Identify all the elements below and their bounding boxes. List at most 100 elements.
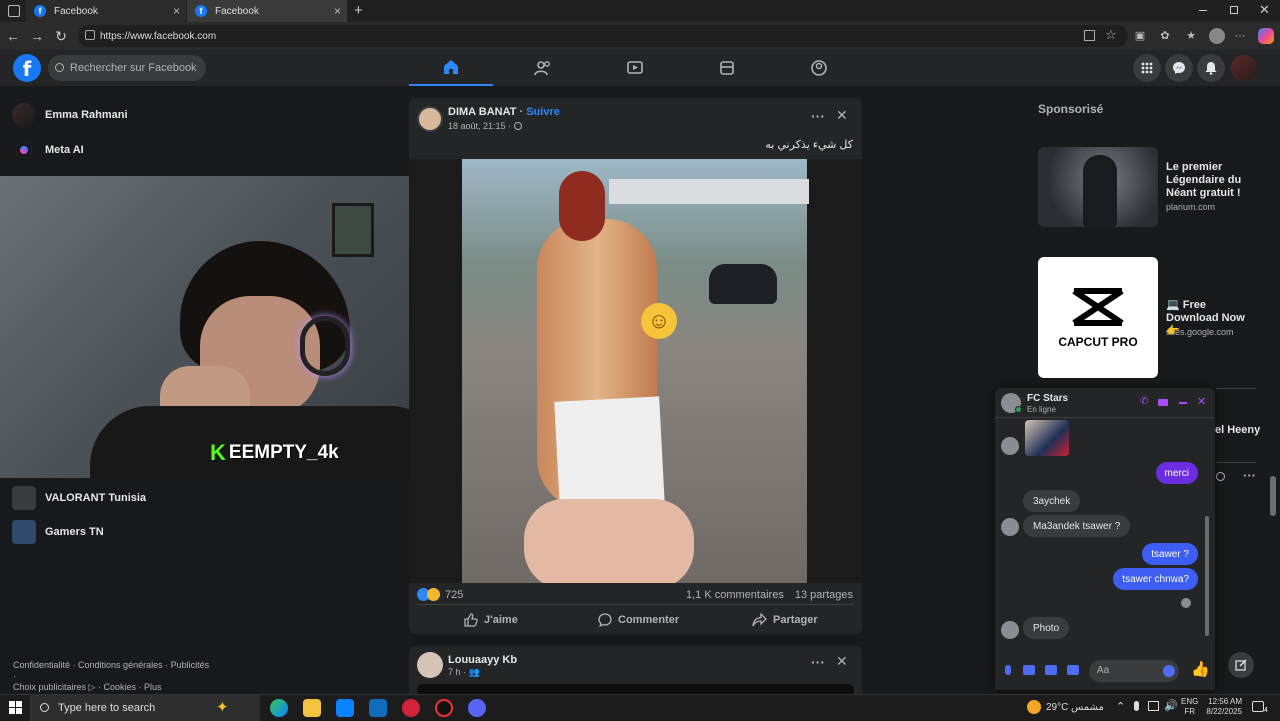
- browser-tab-active[interactable]: f Facebook ×: [187, 0, 347, 22]
- tab-groups[interactable]: [777, 50, 861, 86]
- comment-button[interactable]: Commenter: [598, 608, 679, 632]
- favorite-star-icon[interactable]: ☆: [1105, 27, 1117, 43]
- share-button[interactable]: Partager: [752, 608, 818, 632]
- notification-center-icon[interactable]: [1252, 701, 1264, 712]
- microphone-tray-icon[interactable]: [1134, 701, 1139, 711]
- comment-label: Commenter: [618, 614, 680, 626]
- split-screen-icon[interactable]: [1084, 30, 1095, 41]
- chat-composer: Aa 👍: [995, 658, 1215, 690]
- contacts-more-icon[interactable]: ···: [1243, 468, 1256, 483]
- sidebar-item-gamers-tn[interactable]: Gamers TN: [12, 518, 104, 546]
- store-icon[interactable]: [336, 699, 354, 717]
- account-avatar[interactable]: [1231, 55, 1257, 81]
- window-menu-icon[interactable]: [8, 5, 20, 17]
- post-image[interactable]: ☺: [409, 159, 862, 583]
- menu-button[interactable]: [1133, 54, 1161, 82]
- profile-avatar[interactable]: [1209, 28, 1225, 44]
- file-explorer-icon[interactable]: [303, 699, 321, 717]
- refresh-icon[interactable]: ↻: [52, 27, 70, 45]
- weather-text[interactable]: مشمس: [1071, 702, 1104, 713]
- weather-temp[interactable]: 29°C: [1046, 702, 1068, 713]
- minimize-chat-icon[interactable]: [1179, 402, 1187, 404]
- copilot-icon[interactable]: [1258, 28, 1274, 44]
- comment-count[interactable]: 1,1 K commentaires: [686, 589, 784, 601]
- restore-icon[interactable]: [1230, 6, 1238, 14]
- emoji-icon[interactable]: [1163, 665, 1175, 677]
- post-author[interactable]: Louuaayy Kb: [448, 654, 517, 666]
- new-tab-button[interactable]: +: [354, 2, 363, 19]
- video-call-icon[interactable]: [1158, 399, 1168, 406]
- search-input[interactable]: Rechercher sur Facebook: [48, 55, 206, 81]
- chat-window: FC Stars En ligne ✆ ✕ merci 3aychek Ma3a…: [995, 388, 1215, 690]
- post-time[interactable]: 18 août, 21:15 ·: [448, 121, 522, 131]
- ad-item[interactable]: Le premier Légendaire du Néant gratuit !…: [1038, 147, 1258, 227]
- url-field[interactable]: https://www.facebook.com ☆: [78, 25, 1128, 47]
- sidebar-item-valorant-tunisia[interactable]: VALORANT Tunisia: [12, 484, 146, 512]
- post-author[interactable]: DIMA BANAT: [448, 106, 516, 118]
- tab-friends[interactable]: [501, 50, 585, 86]
- site-info-icon[interactable]: [85, 30, 95, 40]
- post-close-icon[interactable]: ✕: [836, 107, 848, 124]
- page-scrollbar[interactable]: [1270, 476, 1276, 516]
- tab-home[interactable]: [409, 50, 493, 86]
- post-time[interactable]: 7 h · 👥: [448, 667, 480, 678]
- post-more-icon[interactable]: ···: [811, 654, 825, 670]
- messenger-button[interactable]: [1165, 54, 1193, 82]
- sticker-icon[interactable]: [1045, 665, 1057, 675]
- tab-watch[interactable]: [593, 50, 677, 86]
- image-icon[interactable]: [1023, 665, 1035, 675]
- close-tab-icon[interactable]: ×: [173, 4, 180, 18]
- call-icon[interactable]: ✆: [1140, 396, 1148, 407]
- message-input[interactable]: Aa: [1089, 660, 1179, 682]
- post-time-text: 18 août, 21:15 ·: [448, 121, 512, 131]
- footer-line[interactable]: Confidentialité · Conditions générales ·…: [13, 660, 213, 682]
- more-options-icon[interactable]: ···: [1232, 28, 1248, 44]
- windows-start-icon[interactable]: [9, 701, 22, 714]
- sidebar-item-meta-ai[interactable]: Meta AI: [12, 136, 84, 164]
- sidebar-item-emma-rahmani[interactable]: Emma Rahmani: [12, 101, 128, 129]
- language-indicator[interactable]: ENG FR: [1181, 697, 1198, 717]
- favorites-icon[interactable]: ★: [1183, 28, 1199, 44]
- share-count[interactable]: 13 partages: [795, 589, 853, 601]
- microphone-icon[interactable]: [1005, 665, 1011, 675]
- chat-header[interactable]: FC Stars En ligne ✆ ✕: [995, 388, 1215, 418]
- contact-name-partial[interactable]: el Heeny: [1215, 424, 1260, 436]
- reactions-summary[interactable]: 725: [417, 588, 463, 601]
- taskbar-search[interactable]: Type here to search ✦: [30, 695, 260, 721]
- footer-line[interactable]: Choix publicitaires ▷ · Cookies · Plus: [13, 682, 213, 693]
- edge-icon[interactable]: [270, 699, 288, 717]
- ad-item[interactable]: CAPCUT PRO 💻 Free Download Now 👉 sites.g…: [1038, 257, 1258, 379]
- forward-icon[interactable]: →: [28, 27, 46, 45]
- discord-icon[interactable]: [468, 699, 486, 717]
- back-icon[interactable]: ←: [4, 27, 22, 45]
- tab-title: Facebook: [215, 5, 259, 17]
- network-icon[interactable]: [1148, 701, 1159, 711]
- minimize-icon[interactable]: [1199, 10, 1207, 11]
- close-chat-icon[interactable]: ✕: [1197, 395, 1206, 408]
- screenshot-icon[interactable]: ▣: [1132, 28, 1148, 44]
- contacts-search-icon[interactable]: [1216, 472, 1225, 481]
- new-message-button[interactable]: [1228, 652, 1254, 678]
- outlook-icon[interactable]: [369, 699, 387, 717]
- chat-scrollbar[interactable]: [1205, 516, 1209, 636]
- post-more-icon[interactable]: ···: [811, 108, 825, 124]
- app-icon[interactable]: [435, 699, 453, 717]
- follow-link[interactable]: Suivre: [526, 106, 560, 118]
- close-tab-icon[interactable]: ×: [334, 4, 341, 18]
- tray-chevron-icon[interactable]: ⌃: [1116, 700, 1125, 713]
- author-avatar[interactable]: [417, 652, 443, 678]
- volume-icon[interactable]: 🔊: [1164, 699, 1178, 712]
- notifications-button[interactable]: [1197, 54, 1225, 82]
- facebook-logo[interactable]: f: [13, 54, 41, 82]
- extensions-icon[interactable]: ✿: [1157, 28, 1173, 44]
- tab-marketplace[interactable]: [685, 50, 769, 86]
- author-avatar[interactable]: [417, 106, 443, 132]
- like-button[interactable]: J'aime: [464, 608, 518, 632]
- send-like-icon[interactable]: 👍: [1191, 660, 1210, 678]
- post-close-icon[interactable]: ✕: [836, 653, 848, 670]
- opera-icon[interactable]: [402, 699, 420, 717]
- gif-icon[interactable]: [1067, 665, 1079, 675]
- browser-tab[interactable]: f Facebook ×: [26, 0, 186, 22]
- clock[interactable]: 12:56 AM 8/22/2025: [1202, 697, 1242, 717]
- close-window-icon[interactable]: ✕: [1259, 2, 1270, 18]
